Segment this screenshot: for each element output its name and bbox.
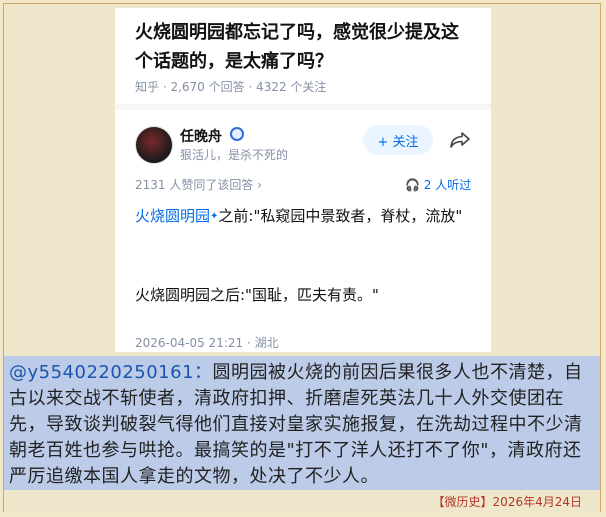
topic-link[interactable]: 火烧圆明园 [135, 207, 210, 225]
comment-text: @y5540220250161：圆明园被火烧的前因后果很多人也不清楚，自古以来交… [9, 360, 597, 490]
headphones-icon: 🎧 [405, 178, 420, 192]
comment-user[interactable]: @y5540220250161： [9, 362, 213, 383]
follow-button[interactable]: + 关注 [363, 125, 433, 155]
footer: 【微历史】2026年4月24日 [4, 490, 600, 512]
comment-box: @y5540220250161：圆明园被火烧的前因后果很多人也不清楚，自古以来交… [4, 356, 600, 490]
divider [115, 104, 491, 110]
answer-paragraph-2: 火烧圆明园之后:"国耻，匹夫有责。" [135, 286, 379, 304]
verified-badge-icon [230, 127, 244, 141]
share-icon[interactable] [449, 131, 471, 149]
footer-tag: 【微历史】2026年4月24日 [432, 495, 582, 509]
answer-line1-text: 之前:"私窥园中景致者，脊杖，流放" [218, 207, 463, 225]
question-title[interactable]: 火烧圆明园都忘记了吗，感觉很少提及这个话题的，是太痛了吗？ [135, 18, 475, 76]
author-name[interactable]: 任晚舟 [180, 126, 222, 146]
listen-count[interactable]: 🎧 2 人听过 [405, 176, 471, 193]
answer-card: 火烧圆明园都忘记了吗，感觉很少提及这个话题的，是太痛了吗？ 知乎 · 2,670… [115, 8, 491, 352]
question-meta: 知乎 · 2,670 个回答 · 4322 个关注 [135, 80, 327, 94]
listen-label: 2 人听过 [423, 178, 472, 192]
avatar[interactable] [135, 126, 173, 164]
vote-count-link[interactable]: 2131 人赞同了该回答 › [135, 176, 262, 193]
answer-date: 2026-04-05 21:21 · 湖北 [135, 336, 279, 350]
answer-paragraph-1: 火烧圆明园✦之前:"私窥园中景致者，脊杖，流放" [135, 204, 465, 229]
author-bio: 狠活儿，是杀不死的 [180, 148, 289, 162]
